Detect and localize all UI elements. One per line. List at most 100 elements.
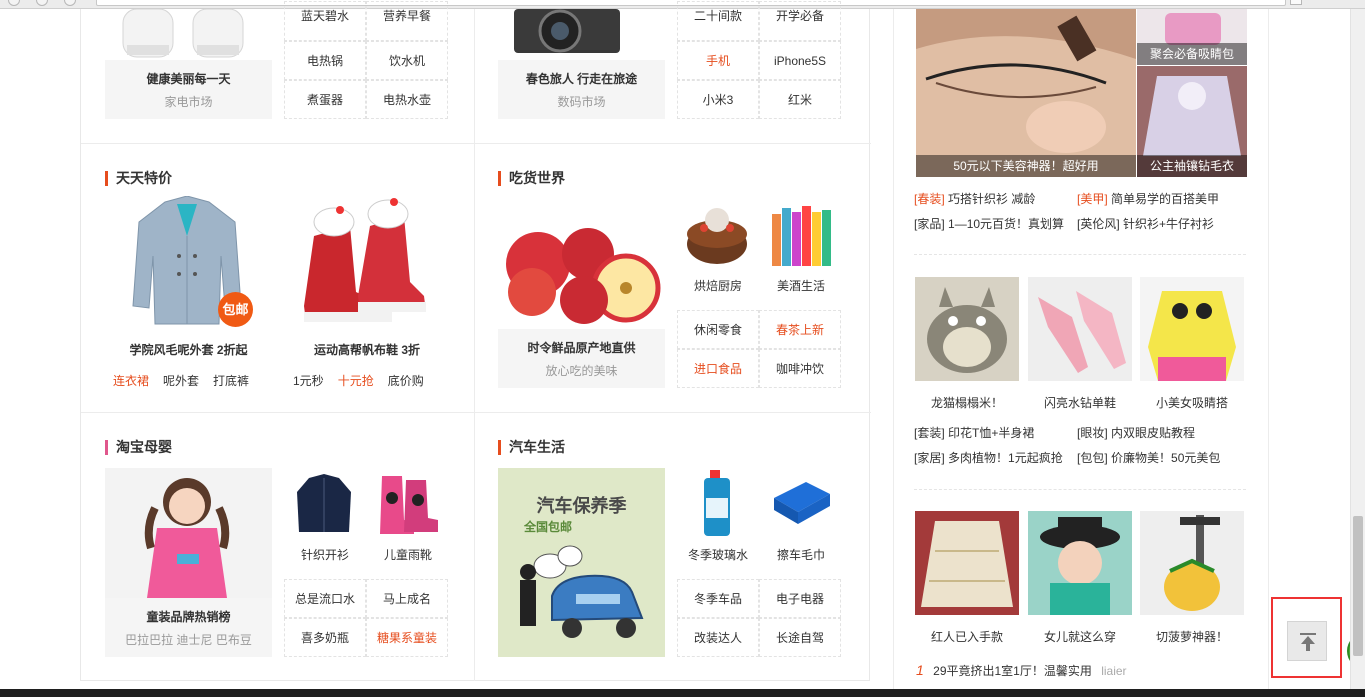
news-tag: [英伦风]: [1077, 217, 1120, 231]
appliance-image[interactable]: [105, 9, 272, 60]
item-caption[interactable]: 学院风毛呢外套 2折起: [105, 341, 272, 358]
section-title-daily-deals[interactable]: 天天特价: [105, 171, 172, 187]
news-item[interactable]: [包包] 价廉物美！50元美包: [1077, 449, 1220, 466]
news-tag: [包包]: [1077, 451, 1108, 465]
camera-image[interactable]: [498, 9, 665, 60]
thumb-caption[interactable]: 美酒生活: [760, 277, 842, 294]
pic-caption[interactable]: 切菠萝神器！: [1140, 628, 1244, 645]
cell-link[interactable]: 红米: [759, 80, 841, 119]
beauty-photo[interactable]: 50元以下美容神器！超好用: [916, 9, 1136, 177]
glass-fluid-image[interactable]: [684, 468, 750, 538]
cell-link[interactable]: 煮蛋器: [284, 80, 366, 119]
quick-link[interactable]: 打底裤: [213, 374, 249, 388]
item-caption[interactable]: 运动高帮帆布鞋 3折: [284, 341, 450, 358]
forward-button[interactable]: [36, 0, 48, 6]
cake-image[interactable]: [684, 200, 750, 268]
news-item[interactable]: [家品] 1—10元百货！真划算: [914, 215, 1064, 232]
thumb-caption[interactable]: 擦车毛巾: [760, 546, 842, 563]
bottles-image[interactable]: [768, 200, 834, 268]
pic-caption[interactable]: 红人已入手款: [915, 628, 1019, 645]
cell-link[interactable]: 开学必备: [759, 1, 841, 41]
totoro-photo[interactable]: [915, 277, 1019, 381]
menu-icon[interactable]: [1328, 0, 1340, 6]
pic-caption[interactable]: 女儿就这么穿: [1028, 628, 1132, 645]
cell-link[interactable]: 休闲零食: [677, 310, 759, 349]
cell-link[interactable]: 冬季车品: [677, 579, 759, 618]
thumb-caption[interactable]: 儿童雨靴: [367, 546, 449, 563]
cell-link[interactable]: 手机: [677, 41, 759, 80]
thumb-caption[interactable]: 烘焙厨房: [677, 277, 759, 294]
pic-caption[interactable]: 小美女吸睛搭: [1140, 394, 1244, 411]
section-title-foodie[interactable]: 吃货世界: [498, 171, 565, 187]
cell-link[interactable]: iPhone5S: [759, 41, 841, 80]
pic-caption[interactable]: 闪亮水钻单鞋: [1028, 394, 1132, 411]
quick-link[interactable]: 连衣裙: [113, 374, 149, 388]
quick-link[interactable]: 呢外套: [163, 374, 199, 388]
sneaker-image[interactable]: [300, 196, 430, 328]
feature-title: 时令鲜品原产地直供: [527, 341, 636, 355]
bag-photo[interactable]: 聚会必备吸睛包: [1137, 9, 1247, 65]
cell-link[interactable]: 改装达人: [677, 618, 759, 657]
apples-image[interactable]: [498, 208, 665, 328]
photo-caption: 公主袖镶钻毛衣: [1137, 155, 1247, 177]
kid-image[interactable]: [105, 468, 272, 598]
reload-button[interactable]: [64, 0, 76, 6]
quick-link[interactable]: 十元抢: [338, 374, 374, 388]
cell-link[interactable]: 咖啡冲饮: [759, 349, 841, 388]
feature-card-baby[interactable]: 童装品牌热销榜 巴拉巴拉 迪士尼 巴布豆: [105, 598, 272, 657]
quick-link[interactable]: 底价购: [388, 374, 424, 388]
cell-link[interactable]: 春茶上新: [759, 310, 841, 349]
back-button[interactable]: [8, 0, 20, 6]
lace-skirt-photo[interactable]: [915, 511, 1019, 615]
cell-link[interactable]: 马上成名: [366, 579, 448, 618]
cell-link[interactable]: 电热锅: [284, 41, 366, 80]
cell-link[interactable]: 蓝天碧水: [284, 1, 366, 41]
cardigan-image[interactable]: [291, 470, 357, 538]
feature-card-foodie[interactable]: 时令鲜品原产地直供 放心吃的美味: [498, 329, 665, 388]
thumb-caption[interactable]: 冬季玻璃水: [677, 546, 759, 563]
news-text: 巧搭针织衫 减龄: [948, 192, 1036, 206]
pineapple-cutter-photo[interactable]: [1140, 511, 1244, 615]
feature-title: 童装品牌热销榜: [146, 610, 231, 624]
child-hat-photo[interactable]: [1028, 511, 1132, 615]
rhinestone-shoes-photo[interactable]: [1028, 277, 1132, 381]
quick-link[interactable]: 1元秒: [293, 374, 324, 388]
cell-link[interactable]: 总是流口水: [284, 579, 366, 618]
cell-link[interactable]: 二十间款: [677, 1, 759, 41]
feature-card-appliances[interactable]: 健康美丽每一天 家电市场: [105, 60, 272, 119]
cell-link[interactable]: 糖果系童装: [366, 618, 448, 657]
feature-subtitle: 家电市场: [164, 95, 213, 109]
news-text: 价廉物美！50元美包: [1111, 451, 1221, 465]
news-item[interactable]: [春装] 巧搭针织衫 减龄: [914, 190, 1035, 207]
cell-link[interactable]: 饮水机: [366, 41, 448, 80]
rainboots-image[interactable]: [374, 470, 440, 538]
scrollbar-thumb[interactable]: [1353, 516, 1363, 656]
cell-link[interactable]: 小米3: [677, 80, 759, 119]
girl-top-photo[interactable]: [1140, 277, 1244, 381]
cell-link[interactable]: 营养早餐: [366, 1, 448, 41]
sweater-photo[interactable]: 公主袖镶钻毛衣: [1137, 66, 1247, 177]
thumb-caption[interactable]: 针织开衫: [284, 546, 366, 563]
hot-item[interactable]: 1 29平竟挤出1室1厅！温馨实用 liaier: [916, 662, 1127, 679]
car-banner[interactable]: 汽车保养季 全国包邮: [498, 468, 665, 657]
page-scrollbar[interactable]: [1350, 9, 1365, 691]
cell-link[interactable]: 电子电器: [759, 579, 841, 618]
bookmark-icon[interactable]: [1290, 0, 1302, 5]
news-item[interactable]: [套装] 印花T恤+半身裙: [914, 424, 1034, 441]
section-title-baby[interactable]: 淘宝母婴: [105, 440, 172, 456]
cell-link[interactable]: 进口食品: [677, 349, 759, 388]
back-to-top-button[interactable]: [1287, 621, 1327, 661]
news-item[interactable]: [家居] 多肉植物！1元起疯抢: [914, 449, 1063, 466]
feature-card-digital[interactable]: 春色旅人 行走在旅途 数码市场: [498, 60, 665, 119]
feature-subtitle: 数码市场: [557, 95, 606, 109]
pic-caption[interactable]: 龙猫榻榻米！: [915, 394, 1019, 411]
section-title-car[interactable]: 汽车生活: [498, 440, 565, 456]
news-text: 简单易学的百搭美甲: [1111, 192, 1220, 206]
cell-link[interactable]: 长途自驾: [759, 618, 841, 657]
news-item[interactable]: [英伦风] 针织衫+牛仔衬衫: [1077, 215, 1214, 232]
cell-link[interactable]: 喜多奶瓶: [284, 618, 366, 657]
towel-image[interactable]: [768, 468, 834, 538]
cell-link[interactable]: 电热水壶: [366, 80, 448, 119]
news-item[interactable]: [眼妆] 内双眼皮贴教程: [1077, 424, 1195, 441]
news-item[interactable]: [美甲] 简单易学的百搭美甲: [1077, 190, 1219, 207]
